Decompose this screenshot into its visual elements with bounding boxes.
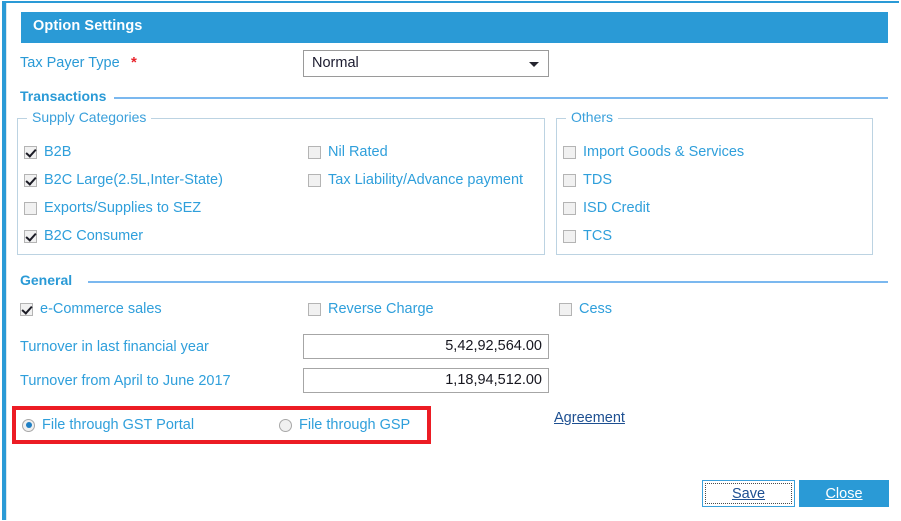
checkbox-nil-rated[interactable]: Nil Rated bbox=[308, 144, 388, 160]
radio-label: File through GSP bbox=[299, 417, 411, 433]
checkbox-exports-sez[interactable]: Exports/Supplies to SEZ bbox=[24, 200, 201, 216]
dialog-title-bar: Option Settings bbox=[21, 12, 888, 43]
checkbox-reverse-charge[interactable]: Reverse Charge bbox=[308, 301, 434, 317]
checkbox-icon[interactable] bbox=[563, 145, 576, 159]
others-legend: Others bbox=[566, 109, 619, 125]
turnover-last-year-value: 5,42,92,564.00 bbox=[445, 338, 542, 354]
checkbox-label: B2B bbox=[44, 144, 72, 160]
window-frame-left-inner bbox=[6, 3, 7, 520]
close-button[interactable]: Close bbox=[799, 480, 889, 507]
checkbox-icon[interactable] bbox=[559, 302, 572, 316]
radio-icon[interactable] bbox=[22, 418, 35, 432]
radio-file-through-gsp[interactable]: File through GSP bbox=[279, 417, 410, 433]
chevron-down-icon bbox=[529, 62, 539, 67]
section-header-transactions: Transactions bbox=[20, 88, 890, 108]
checkbox-icon[interactable] bbox=[563, 201, 576, 215]
checkbox-icon[interactable] bbox=[563, 229, 576, 243]
checkbox-cess[interactable]: Cess bbox=[559, 301, 612, 317]
save-button[interactable]: Save bbox=[702, 480, 795, 507]
checkbox-label: B2C Large(2.5L,Inter-State) bbox=[44, 172, 223, 188]
checkbox-label: Exports/Supplies to SEZ bbox=[44, 200, 202, 216]
checkbox-label: Tax Liability/Advance payment bbox=[328, 172, 524, 188]
checkbox-b2b[interactable]: B2B bbox=[24, 144, 71, 160]
save-button-label: Save bbox=[731, 485, 766, 502]
checkbox-icon[interactable] bbox=[24, 201, 37, 215]
radio-label: File through GST Portal bbox=[42, 417, 195, 433]
option-settings-window: Option Settings Tax Payer Type * Normal … bbox=[0, 0, 901, 521]
checkbox-icon[interactable] bbox=[563, 173, 576, 187]
agreement-link[interactable]: Agreement bbox=[554, 410, 625, 426]
window-frame-top bbox=[2, 1, 899, 3]
checkbox-label: TCS bbox=[583, 228, 612, 244]
turnover-last-year-label: Turnover in last financial year bbox=[20, 339, 209, 355]
supply-categories-legend: Supply Categories bbox=[27, 109, 152, 125]
tax-payer-type-dropdown[interactable]: Normal bbox=[303, 50, 549, 77]
checkbox-label: TDS bbox=[583, 172, 612, 188]
checkbox-label: Cess bbox=[579, 301, 613, 317]
checkbox-tax-liability-advance-payment[interactable]: Tax Liability/Advance payment bbox=[308, 172, 523, 188]
checkbox-b2c-large[interactable]: B2C Large(2.5L,Inter-State) bbox=[24, 172, 223, 188]
page-title: Option Settings bbox=[33, 18, 143, 34]
checkbox-label: Import Goods & Services bbox=[583, 144, 745, 160]
checkbox-label: ISD Credit bbox=[583, 200, 650, 216]
checkbox-import-goods-services[interactable]: Import Goods & Services bbox=[563, 144, 744, 160]
section-title-transactions: Transactions bbox=[20, 88, 115, 104]
radio-file-through-gst-portal[interactable]: File through GST Portal bbox=[22, 417, 194, 433]
checkbox-icon[interactable] bbox=[308, 145, 321, 159]
tax-payer-type-value: Normal bbox=[312, 55, 359, 71]
checkbox-icon[interactable] bbox=[24, 173, 37, 187]
checkbox-icon[interactable] bbox=[24, 145, 37, 159]
section-divider bbox=[88, 281, 888, 283]
turnover-apr-jun-value: 1,18,94,512.00 bbox=[445, 372, 542, 388]
turnover-apr-jun-label: Turnover from April to June 2017 bbox=[20, 373, 231, 389]
section-divider bbox=[108, 97, 888, 99]
section-header-general: General bbox=[20, 272, 890, 292]
turnover-apr-jun-input[interactable]: 1,18,94,512.00 bbox=[303, 368, 549, 393]
checkbox-label: Reverse Charge bbox=[328, 301, 434, 317]
radio-icon[interactable] bbox=[279, 418, 292, 432]
checkbox-label: B2C Consumer bbox=[44, 228, 144, 244]
checkbox-icon[interactable] bbox=[308, 302, 321, 316]
section-title-general: General bbox=[20, 272, 81, 288]
checkbox-icon[interactable] bbox=[24, 229, 37, 243]
checkbox-isd-credit[interactable]: ISD Credit bbox=[563, 200, 650, 216]
turnover-last-year-input[interactable]: 5,42,92,564.00 bbox=[303, 334, 549, 359]
checkbox-ecommerce-sales[interactable]: e-Commerce sales bbox=[20, 301, 162, 317]
required-asterisk: * bbox=[131, 54, 137, 71]
checkbox-b2c-consumer[interactable]: B2C Consumer bbox=[24, 228, 143, 244]
checkbox-label: e-Commerce sales bbox=[40, 301, 162, 317]
checkbox-icon[interactable] bbox=[20, 302, 33, 316]
checkbox-icon[interactable] bbox=[308, 173, 321, 187]
checkbox-label: Nil Rated bbox=[328, 144, 388, 160]
close-button-label: Close bbox=[825, 485, 863, 502]
checkbox-tcs[interactable]: TCS bbox=[563, 228, 612, 244]
tax-payer-type-label: Tax Payer Type bbox=[20, 55, 120, 71]
checkbox-tds[interactable]: TDS bbox=[563, 172, 612, 188]
